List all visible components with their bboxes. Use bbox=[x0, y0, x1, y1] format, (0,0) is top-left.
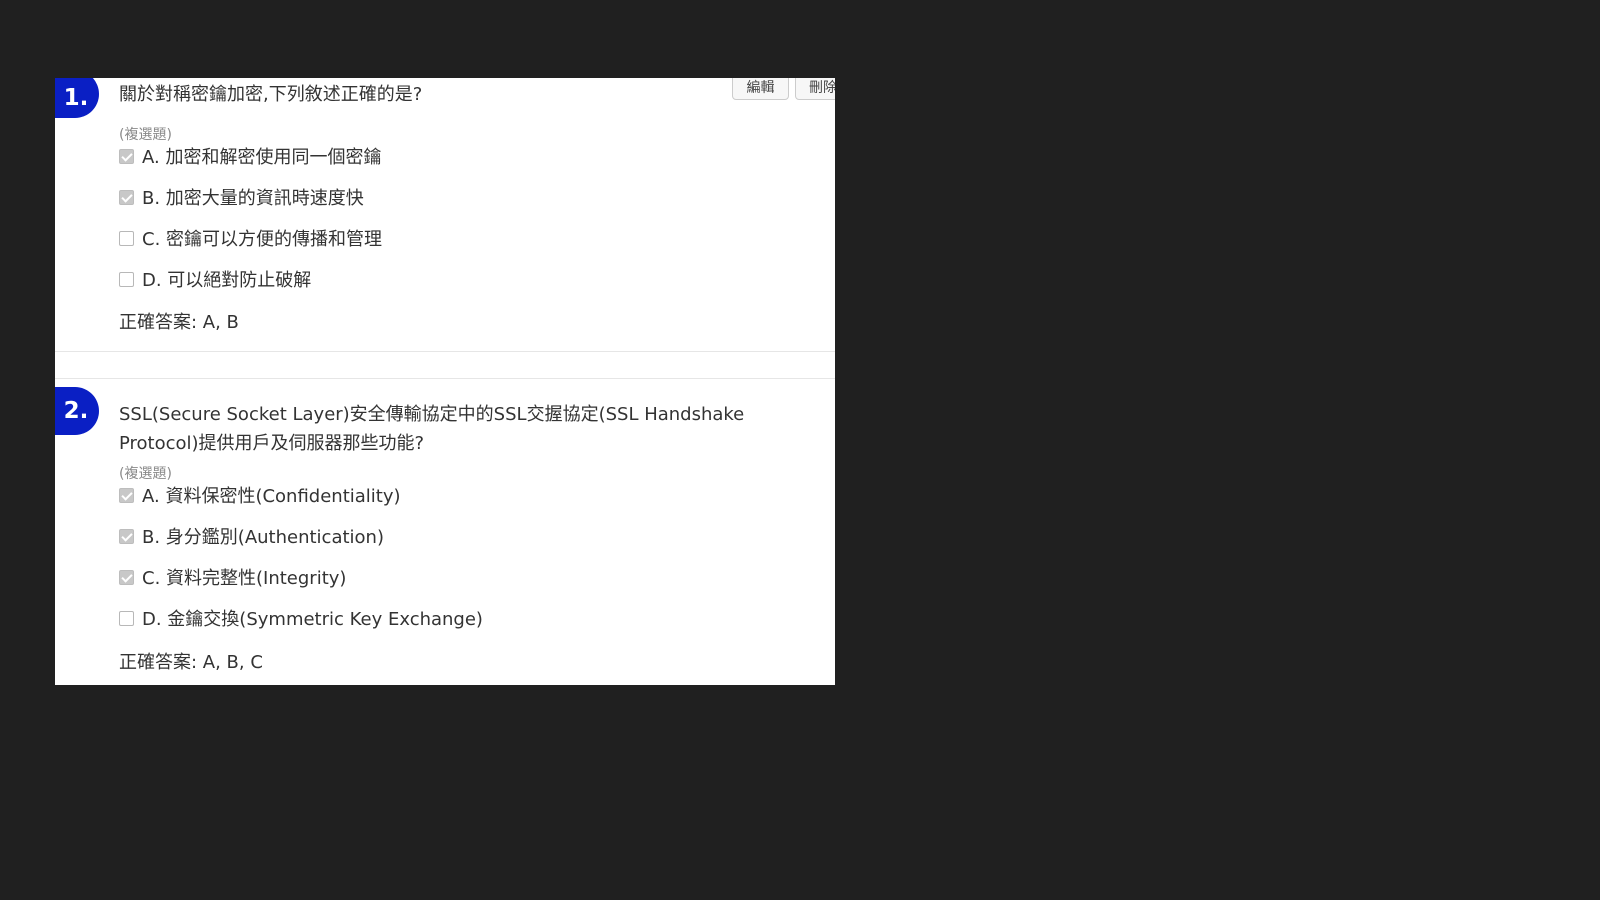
option-label: B. 加密大量的資訊時速度快 bbox=[142, 188, 364, 209]
question-text: 關於對稱密鑰加密,下列敘述正確的是? bbox=[119, 84, 423, 105]
question-card-1: 1. 關於對稱密鑰加密,下列敘述正確的是? 編輯 刪除 (複選題) A. 加密和… bbox=[55, 78, 835, 352]
option-checkbox[interactable] bbox=[119, 149, 134, 164]
option-item: B. 身分鑑別(Authentication) bbox=[119, 527, 483, 568]
option-item: D. 金鑰交換(Symmetric Key Exchange) bbox=[119, 609, 483, 650]
correct-answer: 正確答案: A, B, C bbox=[119, 652, 263, 673]
option-item: D. 可以絕對防止破解 bbox=[119, 270, 382, 311]
question-number-badge: 2. bbox=[55, 387, 99, 435]
option-checkbox[interactable] bbox=[119, 190, 134, 205]
option-item: A. 加密和解密使用同一個密鑰 bbox=[119, 147, 382, 188]
question-divider bbox=[55, 351, 835, 352]
option-label: A. 加密和解密使用同一個密鑰 bbox=[142, 147, 382, 168]
option-item: C. 資料完整性(Integrity) bbox=[119, 568, 483, 609]
delete-button[interactable]: 刪除 bbox=[795, 78, 835, 100]
option-checkbox[interactable] bbox=[119, 570, 134, 585]
question-type-label: (複選題) bbox=[119, 127, 172, 143]
options-list: A. 資料保密性(Confidentiality) B. 身分鑑別(Authen… bbox=[119, 486, 483, 650]
option-checkbox[interactable] bbox=[119, 272, 134, 287]
option-item: A. 資料保密性(Confidentiality) bbox=[119, 486, 483, 527]
correct-answer: 正確答案: A, B bbox=[119, 312, 239, 333]
quiz-panel: 1. 關於對稱密鑰加密,下列敘述正確的是? 編輯 刪除 (複選題) A. 加密和… bbox=[55, 78, 835, 685]
option-label: B. 身分鑑別(Authentication) bbox=[142, 527, 384, 548]
question-card-2: 2. SSL(Secure Socket Layer)安全傳輸協定中的SSL交握… bbox=[55, 379, 835, 685]
options-list: A. 加密和解密使用同一個密鑰 B. 加密大量的資訊時速度快 C. 密鑰可以方便… bbox=[119, 147, 382, 311]
option-label: D. 金鑰交換(Symmetric Key Exchange) bbox=[142, 609, 483, 630]
edit-button[interactable]: 編輯 bbox=[732, 78, 789, 100]
question-text: SSL(Secure Socket Layer)安全傳輸協定中的SSL交握協定(… bbox=[119, 404, 745, 454]
question-number-badge: 1. bbox=[55, 78, 99, 118]
option-checkbox[interactable] bbox=[119, 231, 134, 246]
option-checkbox[interactable] bbox=[119, 611, 134, 626]
question-type-label: (複選題) bbox=[119, 466, 172, 482]
option-item: C. 密鑰可以方便的傳播和管理 bbox=[119, 229, 382, 270]
option-label: D. 可以絕對防止破解 bbox=[142, 270, 312, 291]
option-checkbox[interactable] bbox=[119, 529, 134, 544]
option-label: C. 密鑰可以方便的傳播和管理 bbox=[142, 229, 383, 250]
option-item: B. 加密大量的資訊時速度快 bbox=[119, 188, 382, 229]
option-label: C. 資料完整性(Integrity) bbox=[142, 568, 347, 589]
option-checkbox[interactable] bbox=[119, 488, 134, 503]
option-label: A. 資料保密性(Confidentiality) bbox=[142, 486, 401, 507]
